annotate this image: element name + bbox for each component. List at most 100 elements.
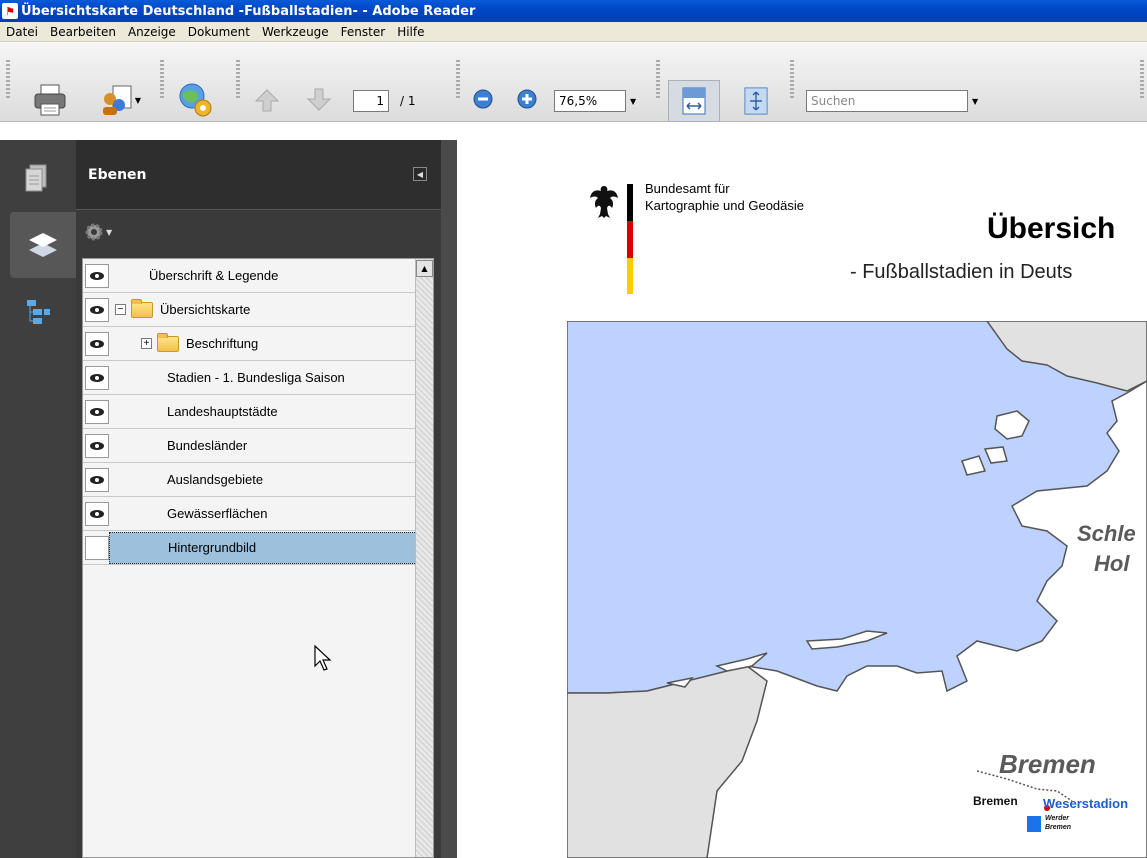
club-line-2: Bremen xyxy=(1045,824,1072,831)
title-bar: ⚑ Übersichtskarte Deutschland -Fußballst… xyxy=(0,0,1147,22)
menu-datei[interactable]: Datei xyxy=(0,25,44,39)
zoom-out-icon xyxy=(473,89,493,109)
toolbar: ▼ 1 / 1 76,5% ▼ Suchen ▼ xyxy=(0,42,1147,122)
layer-label-area[interactable]: + Beschriftung xyxy=(109,328,433,360)
map-label-club: Werder Bremen xyxy=(1045,814,1071,832)
layer-row[interactable]: Auslandsgebiete xyxy=(83,463,433,497)
agency-name: Bundesamt für Kartographie und Geodäsie xyxy=(645,180,804,214)
eye-icon xyxy=(90,441,104,450)
menu-dokument[interactable]: Dokument xyxy=(182,25,256,39)
search-dropdown-icon[interactable]: ▼ xyxy=(972,97,978,106)
layer-label-area[interactable]: − Übersichtskarte xyxy=(109,294,433,326)
mouse-cursor-icon xyxy=(314,644,332,671)
map-label-stadium: Weserstadion xyxy=(1043,796,1129,811)
layer-label-area[interactable]: Hintergrundbild xyxy=(109,531,433,564)
print-button[interactable] xyxy=(30,80,70,120)
menu-hilfe[interactable]: Hilfe xyxy=(391,25,430,39)
pages-tab[interactable] xyxy=(10,144,66,210)
pdf-page[interactable]: Bundesamt für Kartographie und Geodäsie … xyxy=(457,140,1147,858)
zoom-in-button[interactable] xyxy=(514,86,540,112)
options-dropdown-icon: ▼ xyxy=(106,227,113,237)
collaborate-dropdown-icon[interactable]: ▼ xyxy=(135,96,141,105)
layers-tab[interactable] xyxy=(10,212,76,278)
layer-name: Beschriftung xyxy=(186,336,259,351)
expand-icon[interactable]: + xyxy=(141,338,152,349)
layer-list-scrollbar[interactable]: ▲ xyxy=(415,259,433,857)
fit-page-button[interactable] xyxy=(736,82,776,120)
gear-icon xyxy=(85,223,103,241)
layer-visibility-toggle[interactable] xyxy=(85,297,109,322)
layer-visibility-toggle[interactable] xyxy=(85,263,109,288)
toolbar-grip[interactable] xyxy=(656,60,660,100)
menu-werkzeuge[interactable]: Werkzeuge xyxy=(256,25,335,39)
layer-visibility-toggle[interactable] xyxy=(85,535,109,560)
collapse-icon[interactable]: − xyxy=(115,304,126,315)
pdf-app-icon: ⚑ xyxy=(2,3,18,19)
fit-width-icon xyxy=(682,87,706,115)
fit-width-button[interactable] xyxy=(668,80,720,122)
toolbar-grip[interactable] xyxy=(6,60,10,100)
layers-panel: Ebenen ◀ ▼ Überschrift & Legende − Übersic… xyxy=(76,140,441,858)
eye-icon xyxy=(90,475,104,484)
layer-label-area[interactable]: Stadien - 1. Bundesliga Saison xyxy=(109,362,433,394)
search-input[interactable]: Suchen xyxy=(806,90,968,112)
menu-fenster[interactable]: Fenster xyxy=(335,25,392,39)
layer-visibility-toggle[interactable] xyxy=(85,467,109,492)
toolbar-grip[interactable] xyxy=(456,60,460,100)
layer-visibility-toggle[interactable] xyxy=(85,501,109,526)
eye-icon xyxy=(90,373,104,382)
map: Schle Hol Bremen Bremen Weserstadion Wer… xyxy=(566,320,1147,858)
layer-label-area[interactable]: Auslandsgebiete xyxy=(109,464,433,496)
page-total: / 1 xyxy=(400,94,416,108)
zoom-level-input[interactable]: 76,5% xyxy=(554,90,626,112)
eye-icon xyxy=(90,271,104,280)
scroll-up-button[interactable]: ▲ xyxy=(416,260,433,277)
layer-label-area[interactable]: Bundesländer xyxy=(109,430,433,462)
layer-row[interactable]: Überschrift & Legende xyxy=(83,259,433,293)
previous-page-button[interactable] xyxy=(250,82,284,118)
layer-row[interactable]: Gewässerflächen xyxy=(83,497,433,531)
layer-visibility-toggle[interactable] xyxy=(85,365,109,390)
layer-row[interactable]: Bundesländer xyxy=(83,429,433,463)
printer-icon xyxy=(34,84,66,116)
zoom-out-button[interactable] xyxy=(470,86,496,112)
fit-page-icon xyxy=(744,87,768,115)
layer-label-area[interactable]: Gewässerflächen xyxy=(109,498,433,530)
globe-gear-icon xyxy=(179,83,212,117)
share-document-icon xyxy=(102,85,132,115)
layer-row[interactable]: Hintergrundbild xyxy=(83,531,433,565)
update-button[interactable] xyxy=(172,80,218,120)
collaborate-button[interactable]: ▼ xyxy=(90,80,150,120)
page-number-input[interactable]: 1 xyxy=(353,90,389,112)
document-area[interactable]: Bundesamt für Kartographie und Geodäsie … xyxy=(441,140,1147,858)
eye-icon xyxy=(90,407,104,416)
window-title: Übersichtskarte Deutschland -Fußballstad… xyxy=(21,3,476,19)
layer-row[interactable]: Landeshauptstädte xyxy=(83,395,433,429)
layer-visibility-toggle[interactable] xyxy=(85,331,109,356)
toolbar-grip[interactable] xyxy=(1140,60,1144,100)
structure-tree-icon xyxy=(27,300,50,324)
layer-row[interactable]: Stadien - 1. Bundesliga Saison xyxy=(83,361,433,395)
zoom-dropdown-icon[interactable]: ▼ xyxy=(630,97,636,106)
bookmarks-tab[interactable] xyxy=(10,280,66,346)
layer-label-area[interactable]: Überschrift & Legende xyxy=(109,260,433,292)
collapse-panel-button[interactable]: ◀ xyxy=(413,167,427,181)
federal-eagle-logo xyxy=(590,186,618,218)
german-flag-bar xyxy=(627,184,633,294)
layer-row[interactable]: − Übersichtskarte xyxy=(83,293,433,327)
layer-row[interactable]: + Beschriftung xyxy=(83,327,433,361)
toolbar-grip[interactable] xyxy=(160,60,164,100)
layer-rows: Überschrift & Legende − Übersichtskarte + Be… xyxy=(83,259,433,565)
layer-visibility-toggle[interactable] xyxy=(85,399,109,424)
layer-label-area[interactable]: Landeshauptstädte xyxy=(109,396,433,428)
options-menu-button[interactable]: ▼ xyxy=(84,220,112,244)
toolbar-grip[interactable] xyxy=(790,60,794,100)
next-page-button[interactable] xyxy=(302,82,336,118)
layer-visibility-toggle[interactable] xyxy=(85,433,109,458)
zoom-in-icon xyxy=(517,89,537,109)
navigation-pane-strip xyxy=(0,140,76,858)
menu-bearbeiten[interactable]: Bearbeiten xyxy=(44,25,122,39)
menu-anzeige[interactable]: Anzeige xyxy=(122,25,182,39)
arrow-down-icon xyxy=(306,88,332,111)
toolbar-grip[interactable] xyxy=(236,60,240,100)
